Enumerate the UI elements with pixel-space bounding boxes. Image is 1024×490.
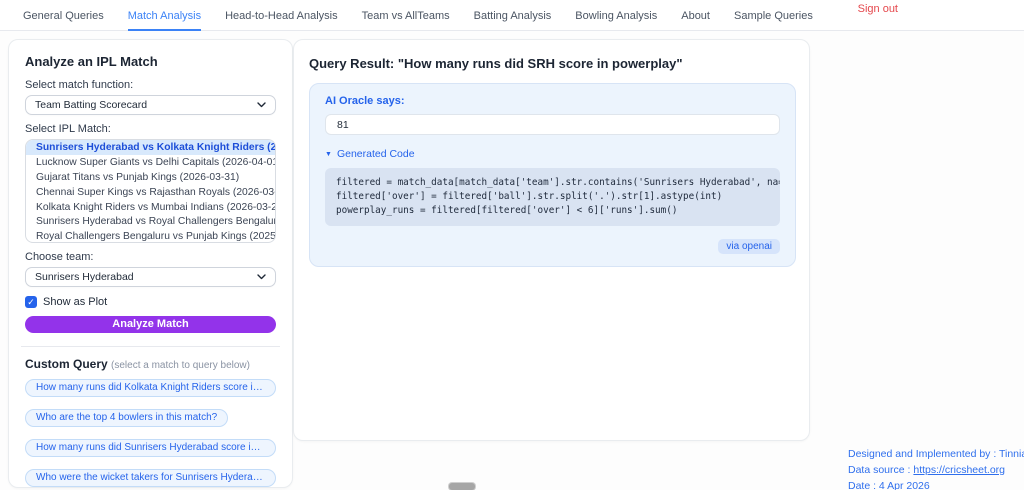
custom-query-heading: Custom Query (select a match to query be… (25, 357, 276, 371)
match-list-item[interactable]: Sunrisers Hyderabad vs Kolkata Knight Ri… (26, 140, 275, 155)
query-result-title: Query Result: "How many runs did SRH sco… (309, 56, 794, 71)
provider-badge-row: via openai (325, 236, 780, 254)
nav-tab-team-vs-allteams[interactable]: Team vs AllTeams (362, 10, 450, 31)
provider-badge: via openai (718, 239, 780, 254)
chevron-down-icon (257, 102, 266, 108)
sign-out-link[interactable]: Sign out (858, 3, 898, 15)
nav-tab-head-to-head-analysis[interactable]: Head-to-Head Analysis (225, 10, 338, 31)
analyze-match-button[interactable]: Analyze Match (25, 316, 276, 333)
team-select-label: Choose team: (25, 251, 276, 263)
ai-answer-box: 81 (325, 114, 780, 135)
cricsheet-link[interactable]: https://cricsheet.org (913, 464, 1005, 476)
footer-date-line: Date : 4 Apr 2026 (848, 479, 1024, 490)
nav-tab-sample-queries[interactable]: Sample Queries (734, 10, 813, 31)
team-select[interactable]: Sunrisers Hyderabad (25, 267, 276, 287)
match-analysis-panel: Analyze an IPL Match Select match functi… (8, 39, 293, 488)
ai-oracle-card: AI Oracle says: 81 ▼ Generated Code filt… (309, 83, 796, 267)
panel-title: Analyze an IPL Match (25, 54, 276, 69)
show-as-plot-checkbox[interactable]: ✓ (25, 296, 37, 308)
triangle-down-icon: ▼ (325, 151, 332, 158)
custom-query-hint-text: (select a match to query below) (111, 360, 250, 371)
match-listbox[interactable]: Sunrisers Hyderabad vs Kolkata Knight Ri… (25, 139, 276, 243)
nav-tab-general-queries[interactable]: General Queries (23, 10, 104, 31)
match-function-label: Select match function: (25, 79, 276, 91)
sample-query-pill[interactable]: How many runs did Sunrisers Hyderabad sc… (25, 439, 276, 457)
match-list-item[interactable]: Sunrisers Hyderabad vs Royal Challengers… (26, 214, 275, 229)
footer-data-source-line: Data source : https://cricsheet.org (848, 463, 1024, 479)
nav-tab-about[interactable]: About (681, 10, 710, 31)
nav-tab-bowling-analysis[interactable]: Bowling Analysis (575, 10, 657, 31)
footer-credits: Designed and Implemented by : Tinniam V … (848, 447, 1024, 490)
match-list-item[interactable]: Lucknow Super Giants vs Delhi Capitals (… (26, 155, 275, 170)
match-function-select[interactable]: Team Batting Scorecard (25, 95, 276, 115)
footer-data-source-label: Data source : (848, 464, 913, 476)
query-result-panel: Query Result: "How many runs did SRH sco… (293, 39, 810, 441)
section-divider (21, 346, 280, 347)
nav-tab-match-analysis[interactable]: Match Analysis (128, 10, 201, 31)
match-list-item[interactable]: Chennai Super Kings vs Rajasthan Royals … (26, 185, 275, 200)
show-as-plot-row: ✓ Show as Plot (25, 296, 276, 308)
sample-query-pill[interactable]: How many runs did Kolkata Knight Riders … (25, 379, 276, 397)
chevron-down-icon (257, 274, 266, 280)
match-list-item[interactable]: Kolkata Knight Riders vs Mumbai Indians … (26, 200, 275, 215)
team-select-value: Sunrisers Hyderabad (35, 271, 134, 283)
sample-query-pill[interactable]: Who are the top 4 bowlers in this match? (25, 409, 228, 427)
nav-tab-batting-analysis[interactable]: Batting Analysis (474, 10, 552, 31)
match-function-value: Team Batting Scorecard (35, 99, 147, 111)
generated-code-label: Generated Code (337, 148, 415, 160)
footer-credit-line: Designed and Implemented by : Tinniam V … (848, 447, 1024, 463)
match-list-item[interactable]: Gujarat Titans vs Punjab Kings (2026-03-… (26, 170, 275, 185)
match-list-label: Select IPL Match: (25, 123, 276, 135)
match-list-item[interactable]: Royal Challengers Bengaluru vs Punjab Ki… (26, 229, 275, 243)
sample-query-pill[interactable]: Who were the wicket takers for Sunrisers… (25, 469, 276, 487)
ai-oracle-label: AI Oracle says: (325, 95, 780, 107)
show-as-plot-label: Show as Plot (43, 296, 107, 308)
generated-code-toggle[interactable]: ▼ Generated Code (325, 148, 780, 160)
generated-code-block: filtered = match_data[match_data['team']… (325, 168, 780, 226)
horizontal-scrollbar-thumb[interactable] (449, 483, 475, 490)
custom-query-title: Custom Query (25, 357, 108, 371)
